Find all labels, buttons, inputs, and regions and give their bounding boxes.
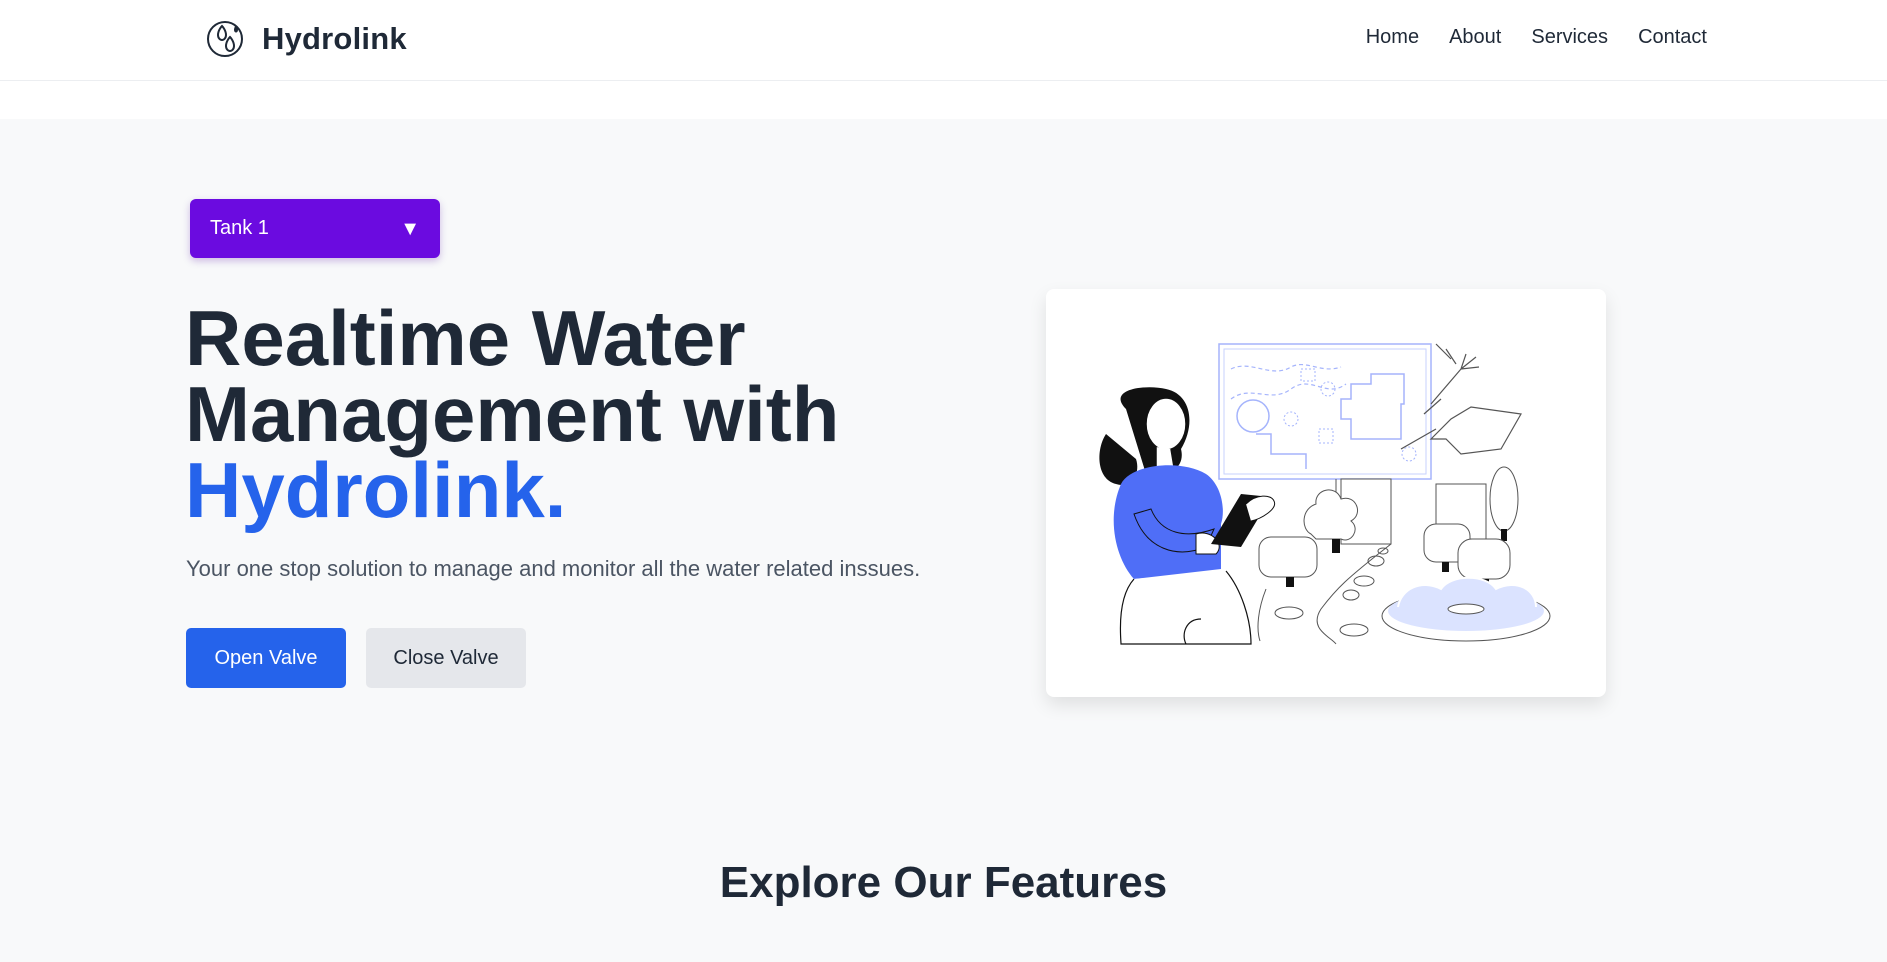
caret-down-icon: ▼ <box>400 217 420 240</box>
brand[interactable]: Hydrolink <box>204 18 407 60</box>
main-nav: Home About Services Contact <box>1366 26 1707 49</box>
hero-title-line2: Management with <box>185 370 840 458</box>
nav-services[interactable]: Services <box>1531 26 1608 49</box>
nav-home[interactable]: Home <box>1366 26 1419 49</box>
header-spacer <box>0 81 1887 119</box>
tank-select[interactable]: Tank 1 ▼ <box>190 199 440 258</box>
hero-illustration-card <box>1046 289 1606 697</box>
brand-name: Hydrolink <box>262 21 407 56</box>
navbar: Hydrolink Home About Services Contact <box>0 0 1887 81</box>
water-drops-icon <box>207 21 243 57</box>
features-title: Explore Our Features <box>719 858 1168 907</box>
hero-subtitle: Your one stop solution to manage and mon… <box>186 556 921 581</box>
nav-about[interactable]: About <box>1449 26 1501 49</box>
hero-title-highlight: Hydrolink. <box>185 446 567 534</box>
woman-with-tablet-illustration <box>1099 343 1551 645</box>
nav-contact[interactable]: Contact <box>1638 26 1707 49</box>
hero-title: Realtime Water Management with Hydrolink… <box>185 294 840 534</box>
close-valve-button[interactable]: Close Valve <box>366 628 526 688</box>
open-valve-button[interactable]: Open Valve <box>186 628 346 688</box>
tank-select-value: Tank 1 <box>210 217 269 239</box>
hero-title-line1: Realtime Water <box>185 294 746 382</box>
